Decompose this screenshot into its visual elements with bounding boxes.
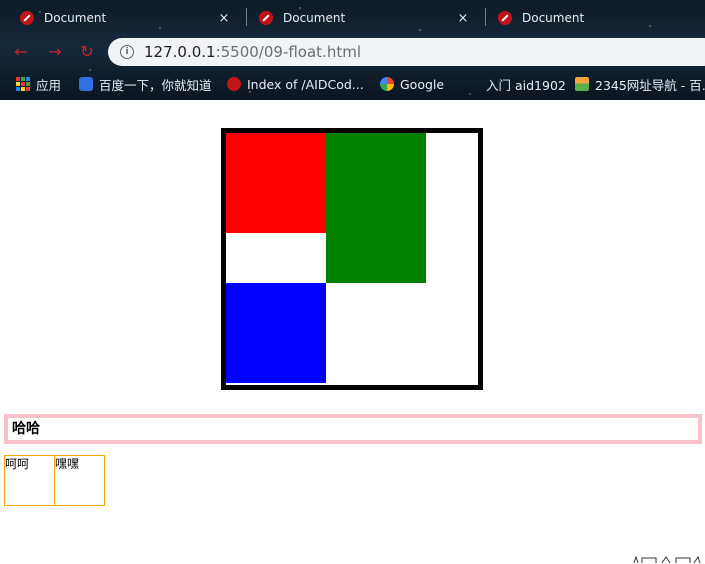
red-float-box	[226, 133, 326, 233]
bookmark-label: 入门 aid1902	[486, 77, 566, 93]
tab-close-icon[interactable]: ×	[455, 11, 471, 26]
tab-title: Document	[283, 11, 346, 25]
tab-title: Document	[522, 11, 585, 25]
tab-document-1[interactable]: Document ×	[0, 4, 238, 32]
bookmark-label: 百度一下，你就知道	[99, 77, 212, 93]
small-box-2: 嘿嘿	[54, 455, 105, 506]
address-path: :5500/09-float.html	[215, 43, 361, 61]
tab-document-2[interactable]: Document ×	[239, 4, 477, 32]
green-float-box	[326, 133, 426, 283]
bookmark-2345[interactable]: 2345网址导航 - 百...	[575, 74, 705, 94]
baidu-icon	[79, 77, 93, 91]
favicon-red-icon	[227, 77, 241, 91]
blocked-favicon-icon	[498, 11, 512, 25]
bookmark-label: 应用	[36, 77, 62, 93]
back-arrow-icon[interactable]: ←	[10, 41, 32, 63]
browser-chrome: Document × Document × Document ← → ↻ i 1…	[0, 0, 705, 100]
pink-block-text: 哈哈	[12, 421, 40, 437]
partial-scribble-icon	[633, 556, 701, 564]
google-icon	[380, 77, 394, 91]
bookmark-label: Index of /AIDCod...	[247, 76, 364, 92]
float-container	[221, 128, 483, 390]
tab-title: Document	[44, 11, 107, 25]
forward-arrow-icon[interactable]: →	[44, 41, 66, 63]
address-host: 127.0.0.1	[144, 43, 216, 61]
bookmark-index-aidcode[interactable]: Index of /AIDCod...	[227, 74, 364, 94]
bookmark-label: Google	[400, 76, 445, 92]
blocked-favicon-icon	[20, 11, 34, 25]
bookmark-google[interactable]: Google	[380, 74, 444, 94]
small-box-text: 嘿嘿	[55, 457, 80, 471]
reload-icon[interactable]: ↻	[76, 41, 98, 63]
info-icon[interactable]: i	[120, 45, 134, 59]
blocked-favicon-icon	[259, 11, 273, 25]
blue-float-box	[226, 283, 326, 383]
bookmark-baidu[interactable]: 百度一下，你就知道	[79, 74, 212, 94]
small-box-1: 呵呵	[4, 455, 55, 506]
tab-close-icon[interactable]: ×	[216, 11, 232, 26]
bookmark-label: 2345网址导航 - 百...	[595, 77, 705, 93]
bookmark-aid1902[interactable]: 入门 aid1902	[486, 74, 566, 94]
apps-icon	[16, 77, 30, 91]
bookmark-apps[interactable]: 应用	[16, 74, 61, 94]
tab-document-3[interactable]: Document	[478, 4, 705, 32]
pink-bordered-block: 哈哈	[4, 414, 702, 444]
2345-icon	[575, 77, 589, 91]
address-bar[interactable]: i 127.0.0.1:5500/09-float.html	[108, 38, 705, 66]
small-box-text: 呵呵	[5, 457, 30, 471]
